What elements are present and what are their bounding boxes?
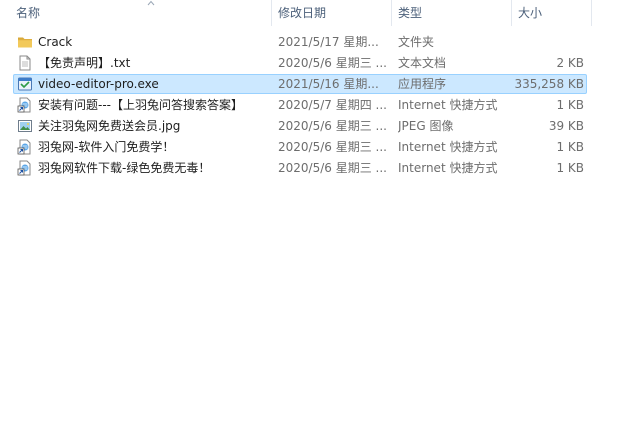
file-size [512, 32, 584, 53]
file-row[interactable]: 羽兔网软件下载-绿色免费无毒！ 2020/5/6 星期三 ... Internet … [0, 158, 643, 179]
file-type: JPEG 图像 [398, 119, 454, 133]
file-modified-date: 2020/5/6 星期三 ... [278, 140, 387, 154]
file-type: Internet 快捷方式 [398, 161, 498, 175]
file-type: 应用程序 [398, 77, 447, 91]
column-header-date[interactable]: 修改日期 [272, 0, 392, 26]
file-size: 1 KB [556, 140, 584, 154]
file-size: 39 KB [548, 119, 584, 133]
file-type: Internet 快捷方式 [398, 98, 498, 112]
file-row[interactable]: 安装有问题---【上羽兔问答搜索答案】 2020/5/7 星期四 ... Inter… [0, 95, 643, 116]
file-row[interactable]: Crack 2021/5/17 星期... 文件夹 [0, 32, 643, 53]
file-modified-date: 2020/5/6 星期三 ... [278, 119, 387, 133]
image-file-icon [17, 118, 33, 134]
file-size: 1 KB [556, 161, 584, 175]
application-icon [17, 76, 33, 92]
column-header-type[interactable]: 类型 [392, 0, 512, 26]
file-name: 安装有问题---【上羽兔问答搜索答案】 [38, 98, 243, 112]
file-size: 335,258 KB [514, 77, 584, 91]
file-name: video-editor-pro.exe [38, 77, 159, 91]
file-type: 文件夹 [398, 35, 435, 49]
internet-shortcut-icon [17, 139, 33, 155]
file-name: 羽兔网软件下载-绿色免费无毒！ [38, 161, 211, 175]
column-header-size-label: 大小 [518, 6, 543, 20]
file-name: 羽兔网-软件入门免费学！ [38, 140, 175, 154]
column-header-type-label: 类型 [398, 6, 423, 20]
file-type: Internet 快捷方式 [398, 140, 498, 154]
file-size: 1 KB [556, 98, 584, 112]
file-modified-date: 2020/5/7 星期四 ... [278, 98, 387, 112]
column-header-name-label: 名称 [16, 6, 41, 20]
column-header-size[interactable]: 大小 [512, 0, 592, 26]
folder-icon [17, 34, 33, 50]
text-document-icon [17, 55, 33, 71]
file-modified-date: 2020/5/6 星期三 ... [278, 161, 387, 175]
column-header-bar: 名称 修改日期 类型 大小 [0, 0, 643, 26]
internet-shortcut-icon [17, 160, 33, 176]
file-row[interactable]: video-editor-pro.exe 2021/5/16 星期... 应用程序 3… [0, 74, 643, 95]
file-row[interactable]: 【免责声明】.txt 2020/5/6 星期三 ... 文本文档 2 KB [0, 53, 643, 74]
column-header-date-label: 修改日期 [278, 6, 327, 20]
file-list: Crack 2021/5/17 星期... 文件夹【免责声明】.txt 2020/5/… [0, 32, 643, 179]
sort-ascending-icon [147, 0, 155, 6]
file-type: 文本文档 [398, 56, 447, 70]
file-name: Crack [38, 35, 73, 49]
file-row[interactable]: 羽兔网-软件入门免费学！ 2020/5/6 星期三 ... Internet 快捷方… [0, 137, 643, 158]
file-modified-date: 2021/5/16 星期... [278, 77, 379, 91]
column-header-name[interactable]: 名称 [10, 0, 272, 26]
file-modified-date: 2020/5/6 星期三 ... [278, 56, 387, 70]
file-name: 关注羽兔网免费送会员.jpg [38, 119, 181, 133]
file-explorer-list-view: 名称 修改日期 类型 大小 Crack 2021/5/17 星期... 文件夹【免责… [0, 0, 643, 438]
internet-shortcut-icon [17, 97, 33, 113]
file-name: 【免责声明】.txt [38, 56, 131, 70]
file-modified-date: 2021/5/17 星期... [278, 35, 379, 49]
file-size: 2 KB [556, 56, 584, 70]
file-row[interactable]: 关注羽兔网免费送会员.jpg 2020/5/6 星期三 ... JPEG 图像 39 … [0, 116, 643, 137]
